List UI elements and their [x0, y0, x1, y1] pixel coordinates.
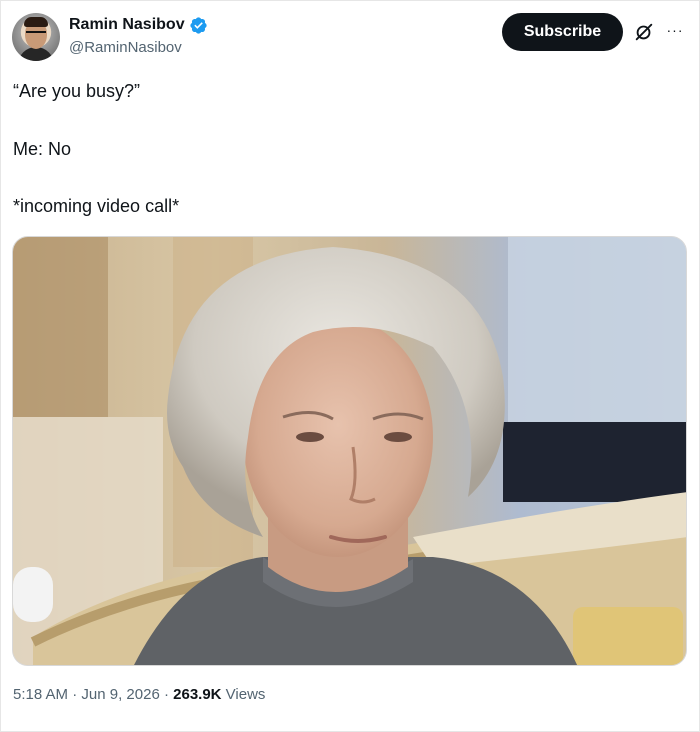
grok-icon[interactable] [633, 21, 655, 43]
tweet-text-line: Me: No [13, 139, 72, 159]
tweet-media-image[interactable] [12, 236, 687, 666]
views-label: Views [221, 686, 266, 703]
avatar[interactable] [12, 13, 60, 61]
tweet-time[interactable]: 5:18 AM [13, 686, 68, 703]
views-count: 263.9K [173, 686, 222, 703]
tweet-meta: 5:18 AM · Jun 9, 2026 · 263.9K Views [13, 685, 265, 705]
meta-separator: · [68, 686, 82, 703]
author-display-name[interactable]: Ramin Nasibov [69, 15, 185, 35]
tweet-text-line: *incoming video call* [13, 196, 180, 216]
avatar-shirt [18, 47, 54, 61]
tweet-card: Ramin Nasibov @RaminNasibov Subscribe ··… [0, 0, 700, 732]
verified-badge-icon [189, 16, 207, 34]
avatar-glasses [26, 31, 46, 35]
tweet-text-line: “Are you busy?” [13, 81, 141, 101]
meta-separator: · [159, 686, 174, 703]
more-options-icon[interactable]: ··· [664, 19, 686, 41]
avatar-hair [24, 17, 48, 27]
tweet-date[interactable]: Jun 9, 2026 [81, 686, 159, 703]
media-illustration [13, 237, 686, 665]
author-handle[interactable]: @RaminNasibov [69, 38, 182, 58]
subscribe-button[interactable]: Subscribe [502, 13, 623, 51]
author-name-row: Ramin Nasibov [69, 15, 208, 35]
